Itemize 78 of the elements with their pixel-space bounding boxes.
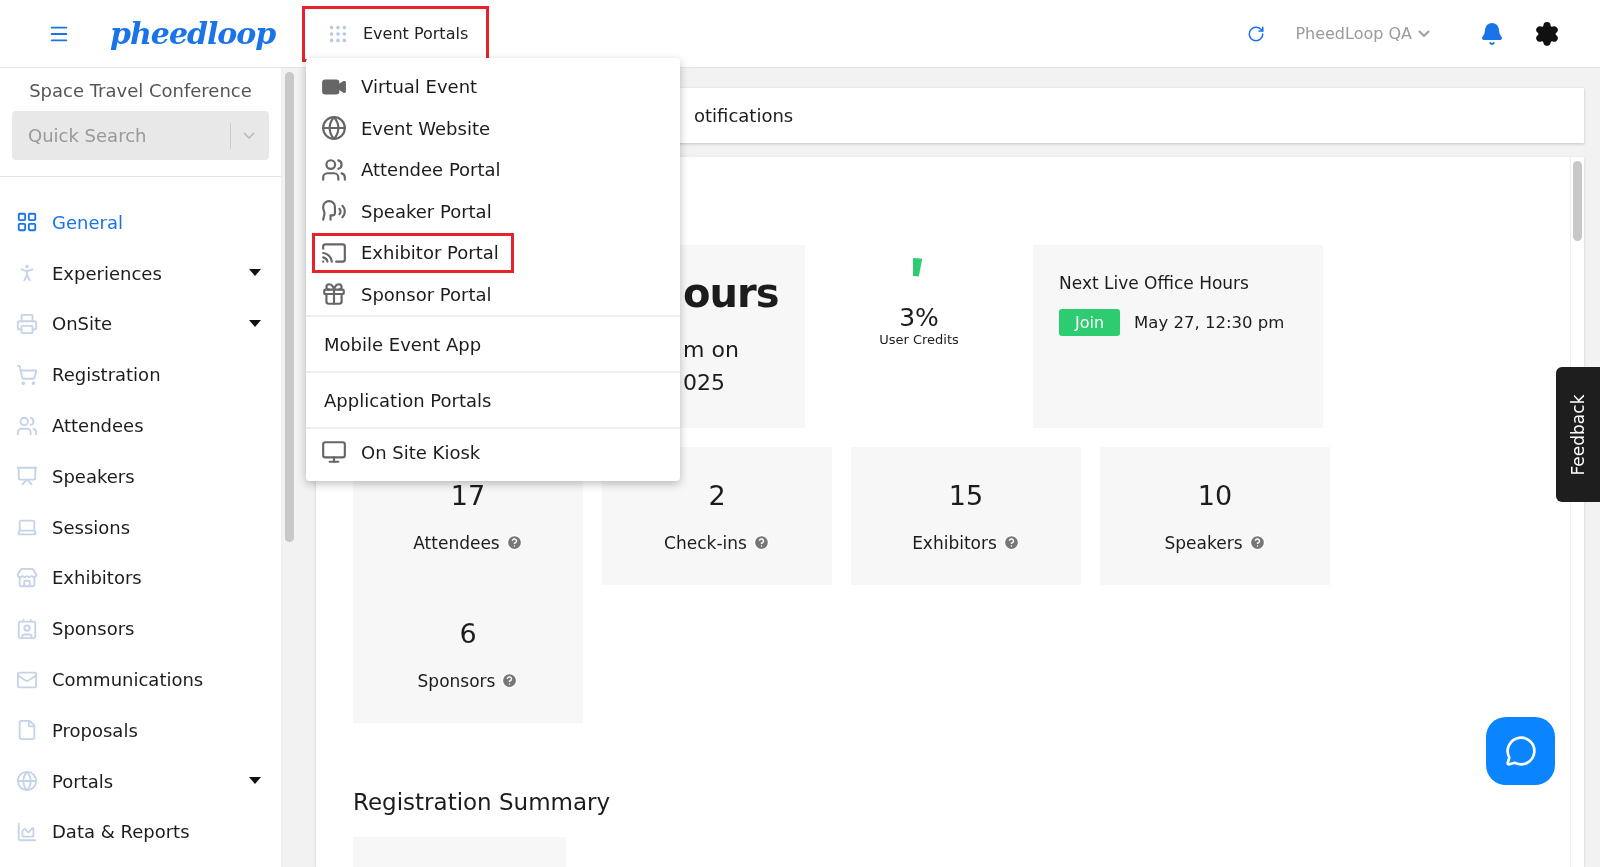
stat-value: 2: [708, 479, 726, 511]
quick-search-field[interactable]: Quick Search: [26, 124, 218, 147]
caret-icon[interactable]: [249, 269, 261, 278]
menu-item[interactable]: Event Website: [312, 108, 506, 149]
nav-item[interactable]: Data & Reports: [0, 806, 281, 858]
stat-label: Exhibitors: [912, 532, 997, 553]
grid-icon: [16, 211, 38, 234]
help-icon[interactable]: [501, 672, 519, 689]
stat-value: 15: [948, 479, 984, 511]
feedback-tab[interactable]: Feedback: [1556, 367, 1600, 502]
bell-icon[interactable]: [1480, 21, 1504, 46]
printer-icon: [16, 313, 38, 335]
menu-item[interactable]: Attendee Portal: [312, 149, 516, 190]
scrollbar-thumb[interactable]: [1573, 161, 1582, 241]
nav-item[interactable]: Attendees: [0, 400, 281, 451]
storefront-icon: [16, 566, 38, 589]
menu-item[interactable]: Application Portals: [306, 371, 680, 427]
caret-icon[interactable]: [249, 777, 261, 786]
card-heading: ours: [683, 271, 780, 315]
nav-item[interactable]: Portals: [0, 755, 281, 807]
nav-item[interactable]: OnSite: [0, 298, 281, 350]
people-icon: [16, 414, 38, 437]
globe-icon: [16, 770, 38, 793]
stat-label: Speakers: [1164, 532, 1243, 553]
menu-item[interactable]: Virtual Event: [312, 66, 493, 107]
document-icon: [16, 719, 38, 742]
stat-value: 17: [450, 479, 486, 511]
credits-value: 3%: [899, 303, 939, 332]
event-title: Space Travel Conference: [28, 79, 253, 103]
stat-value: 6: [459, 617, 477, 649]
menu-item[interactable]: Exhibitor Portal: [312, 232, 514, 273]
menu-item[interactable]: Mobile Event App: [306, 315, 680, 371]
card-text: 025: [683, 369, 726, 397]
help-icon[interactable]: [505, 534, 523, 551]
settings-icon[interactable]: [1534, 20, 1560, 47]
card-text: m on: [683, 336, 740, 364]
presenter-icon: [16, 465, 38, 488]
chat-button[interactable]: [1486, 717, 1555, 785]
help-icon[interactable]: [1002, 534, 1020, 551]
tab-label[interactable]: otifications: [694, 105, 794, 126]
nav-item[interactable]: Experiences: [0, 247, 281, 299]
chevron-down-icon: [1418, 30, 1430, 37]
chat-icon: [1504, 735, 1537, 767]
nav-item[interactable]: General: [0, 197, 281, 248]
globe-icon: [321, 115, 347, 142]
monitor-icon: [321, 439, 347, 465]
section-heading: Registration Summary: [353, 789, 612, 815]
chart-icon: [16, 820, 38, 843]
credits-label: User Credits: [879, 332, 959, 347]
nav-item[interactable]: Sponsors: [0, 603, 281, 655]
stat-label: Attendees: [413, 532, 500, 553]
nav-item[interactable]: Sessions: [0, 501, 281, 553]
office-hours-title: Next Live Office Hours: [1059, 273, 1250, 293]
menu-item[interactable]: Sponsor Portal: [312, 274, 507, 315]
scrollbar-thumb[interactable]: [284, 72, 294, 542]
caret-icon[interactable]: [249, 320, 261, 328]
quick-search-box[interactable]: Quick Search: [12, 111, 269, 160]
people-icon: [321, 156, 347, 183]
stat-value: 10: [1197, 479, 1233, 511]
office-hours-time: May 27, 12:30 pm: [1134, 313, 1285, 332]
stat-label: Sponsors: [417, 670, 496, 691]
refresh-icon[interactable]: [1247, 24, 1266, 43]
nav-item[interactable]: Registration: [0, 349, 281, 401]
nav-item[interactable]: Exhibitors: [0, 552, 281, 604]
menu-item[interactable]: Speaker Portal: [312, 191, 507, 232]
nav-item[interactable]: Communications: [0, 654, 281, 705]
nav-item[interactable]: Speakers: [0, 451, 281, 502]
cart-icon: [16, 363, 38, 386]
help-icon[interactable]: [752, 534, 770, 551]
gift-box-icon: [321, 281, 347, 308]
logo: pheedloop: [110, 16, 276, 51]
feedback-label: Feedback: [1568, 394, 1588, 475]
stat-label: Check-ins: [664, 532, 747, 553]
help-icon[interactable]: [1248, 534, 1266, 551]
event-portals-button[interactable]: Event Portals: [302, 5, 490, 62]
menu-item[interactable]: On Site Kiosk: [312, 432, 496, 472]
nav-item[interactable]: Proposals: [0, 704, 281, 756]
badge-icon: [16, 617, 38, 640]
